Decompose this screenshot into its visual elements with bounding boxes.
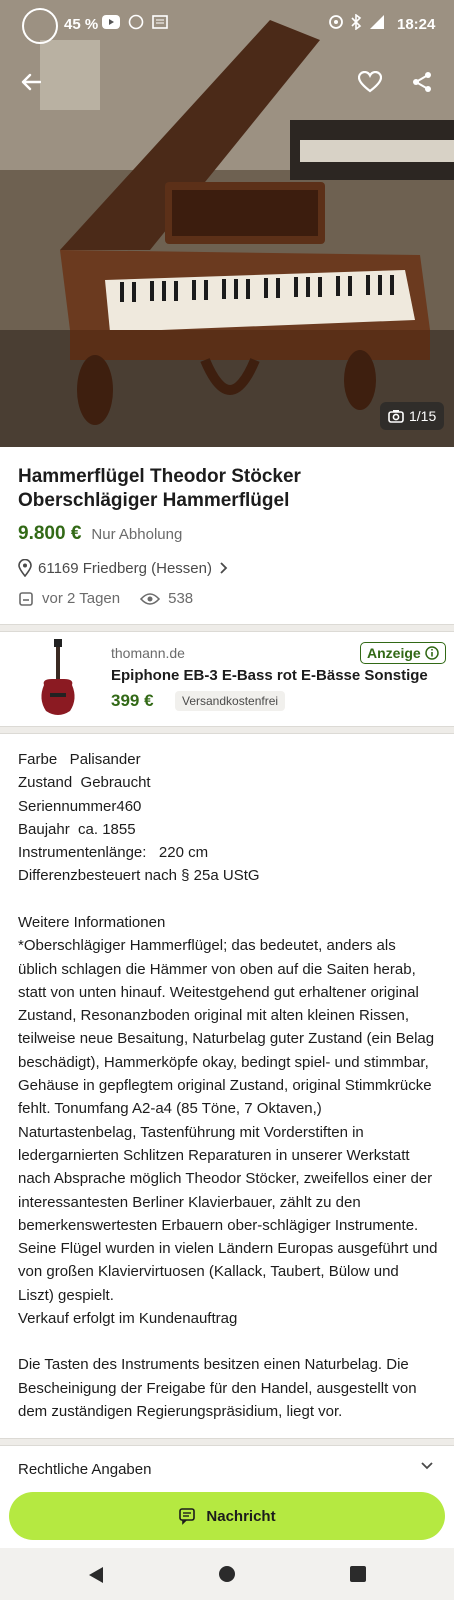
ad-shop-name: thomann.de xyxy=(111,645,185,661)
description-heading: Weitere Informationen xyxy=(18,914,166,931)
pickup-note: Nur Abholung xyxy=(91,526,183,543)
listing-meta: vor 2 Tagen 538 xyxy=(18,590,193,607)
message-button-label: Nachricht xyxy=(206,1507,276,1525)
attribute-list: Farbe Palisander Zustand Gebraucht Serie… xyxy=(18,748,260,888)
back-button[interactable] xyxy=(11,62,51,102)
legal-info-label: Rechtliche Angaben xyxy=(18,1461,152,1478)
attribute-length: Instrumentenlänge: 220 cm xyxy=(18,844,209,862)
share-icon xyxy=(413,72,431,92)
signal-icon xyxy=(370,15,384,29)
listing-photo[interactable]: 45 % 18:24 1/15 xyxy=(0,0,454,447)
ad-price: 399 € xyxy=(111,691,154,710)
description: Weitere Informationen *Oberschlägiger Ha… xyxy=(18,911,438,1446)
location-link[interactable]: 61169 Friedberg (Hessen) xyxy=(18,559,228,577)
ad-shipping-badge: Versandkostenfrei xyxy=(175,691,286,711)
whatsapp-icon xyxy=(128,14,144,30)
attribute-serial: Seriennummer460 xyxy=(18,797,142,815)
description-body: *Oberschlägiger Hammerflügel; das bedeut… xyxy=(18,937,438,1304)
system-nav-bar xyxy=(0,1548,454,1600)
chevron-down-icon xyxy=(421,1462,433,1470)
arrow-left-icon xyxy=(21,73,41,91)
legal-info-toggle[interactable]: Rechtliche Angaben xyxy=(0,1448,454,1492)
ad-title: Epiphone EB-3 E-Bass rot E-Bässe Sonstig… xyxy=(111,667,428,684)
news-icon xyxy=(152,15,168,29)
camera-icon xyxy=(388,410,404,423)
attribute-tax: Differenzbesteuert nach § 25a UStG xyxy=(18,867,260,885)
battery-icon xyxy=(22,8,58,44)
price-row: 9.800 € Nur Abholung xyxy=(18,523,182,545)
share-button[interactable] xyxy=(402,62,442,102)
attribute-year: Baujahr ca. 1855 xyxy=(18,820,136,838)
info-icon xyxy=(424,646,439,660)
attribute-color: Farbe Palisander xyxy=(18,751,141,768)
posted-date: vor 2 Tagen xyxy=(42,590,121,607)
attribute-condition: Zustand Gebraucht xyxy=(18,774,151,792)
ad-product-image xyxy=(41,639,75,715)
listing-title-line1: Hammerflügel Theodor Stöcker xyxy=(18,466,301,487)
favorite-button[interactable] xyxy=(350,62,390,102)
message-icon xyxy=(179,1508,196,1525)
nav-back-icon[interactable] xyxy=(88,1566,104,1584)
location-pin-icon xyxy=(18,559,32,577)
nav-recents-icon[interactable] xyxy=(350,1566,366,1582)
ad-badge-label: Anzeige xyxy=(367,645,421,661)
photo-counter-text: 1/15 xyxy=(409,408,437,424)
heart-icon xyxy=(358,71,382,93)
listing-title: Hammerflügel Theodor Stöcker Oberschlägi… xyxy=(18,465,438,513)
section-divider xyxy=(0,624,454,632)
sale-note: Verkauf erfolgt im Kundenauftrag xyxy=(18,1310,238,1328)
chevron-right-icon xyxy=(220,562,228,574)
section-divider xyxy=(0,1438,454,1446)
clock: 18:24 xyxy=(397,16,436,33)
photo-counter: 1/15 xyxy=(380,402,445,430)
alarm-icon xyxy=(329,15,343,29)
nav-home-icon[interactable] xyxy=(219,1566,235,1582)
calendar-icon xyxy=(19,591,33,606)
view-count: 538 xyxy=(168,590,194,607)
ad-badge[interactable]: Anzeige xyxy=(360,642,446,664)
battery-percent: 45 % xyxy=(64,16,99,33)
section-divider xyxy=(0,726,454,734)
description-paragraph-2: Die Tasten des Instruments besitzen eine… xyxy=(18,1356,417,1420)
status-bar: 45 % 18:24 xyxy=(0,0,454,50)
location-text: 61169 Friedberg (Hessen) xyxy=(38,559,212,577)
youtube-icon xyxy=(102,15,120,29)
message-button[interactable]: Nachricht xyxy=(9,1492,445,1540)
listing-title-line2: Oberschlägiger Hammerflügel xyxy=(18,490,290,511)
listing-price: 9.800 € xyxy=(18,523,82,544)
bluetooth-icon xyxy=(351,14,362,30)
eye-icon xyxy=(140,592,161,605)
